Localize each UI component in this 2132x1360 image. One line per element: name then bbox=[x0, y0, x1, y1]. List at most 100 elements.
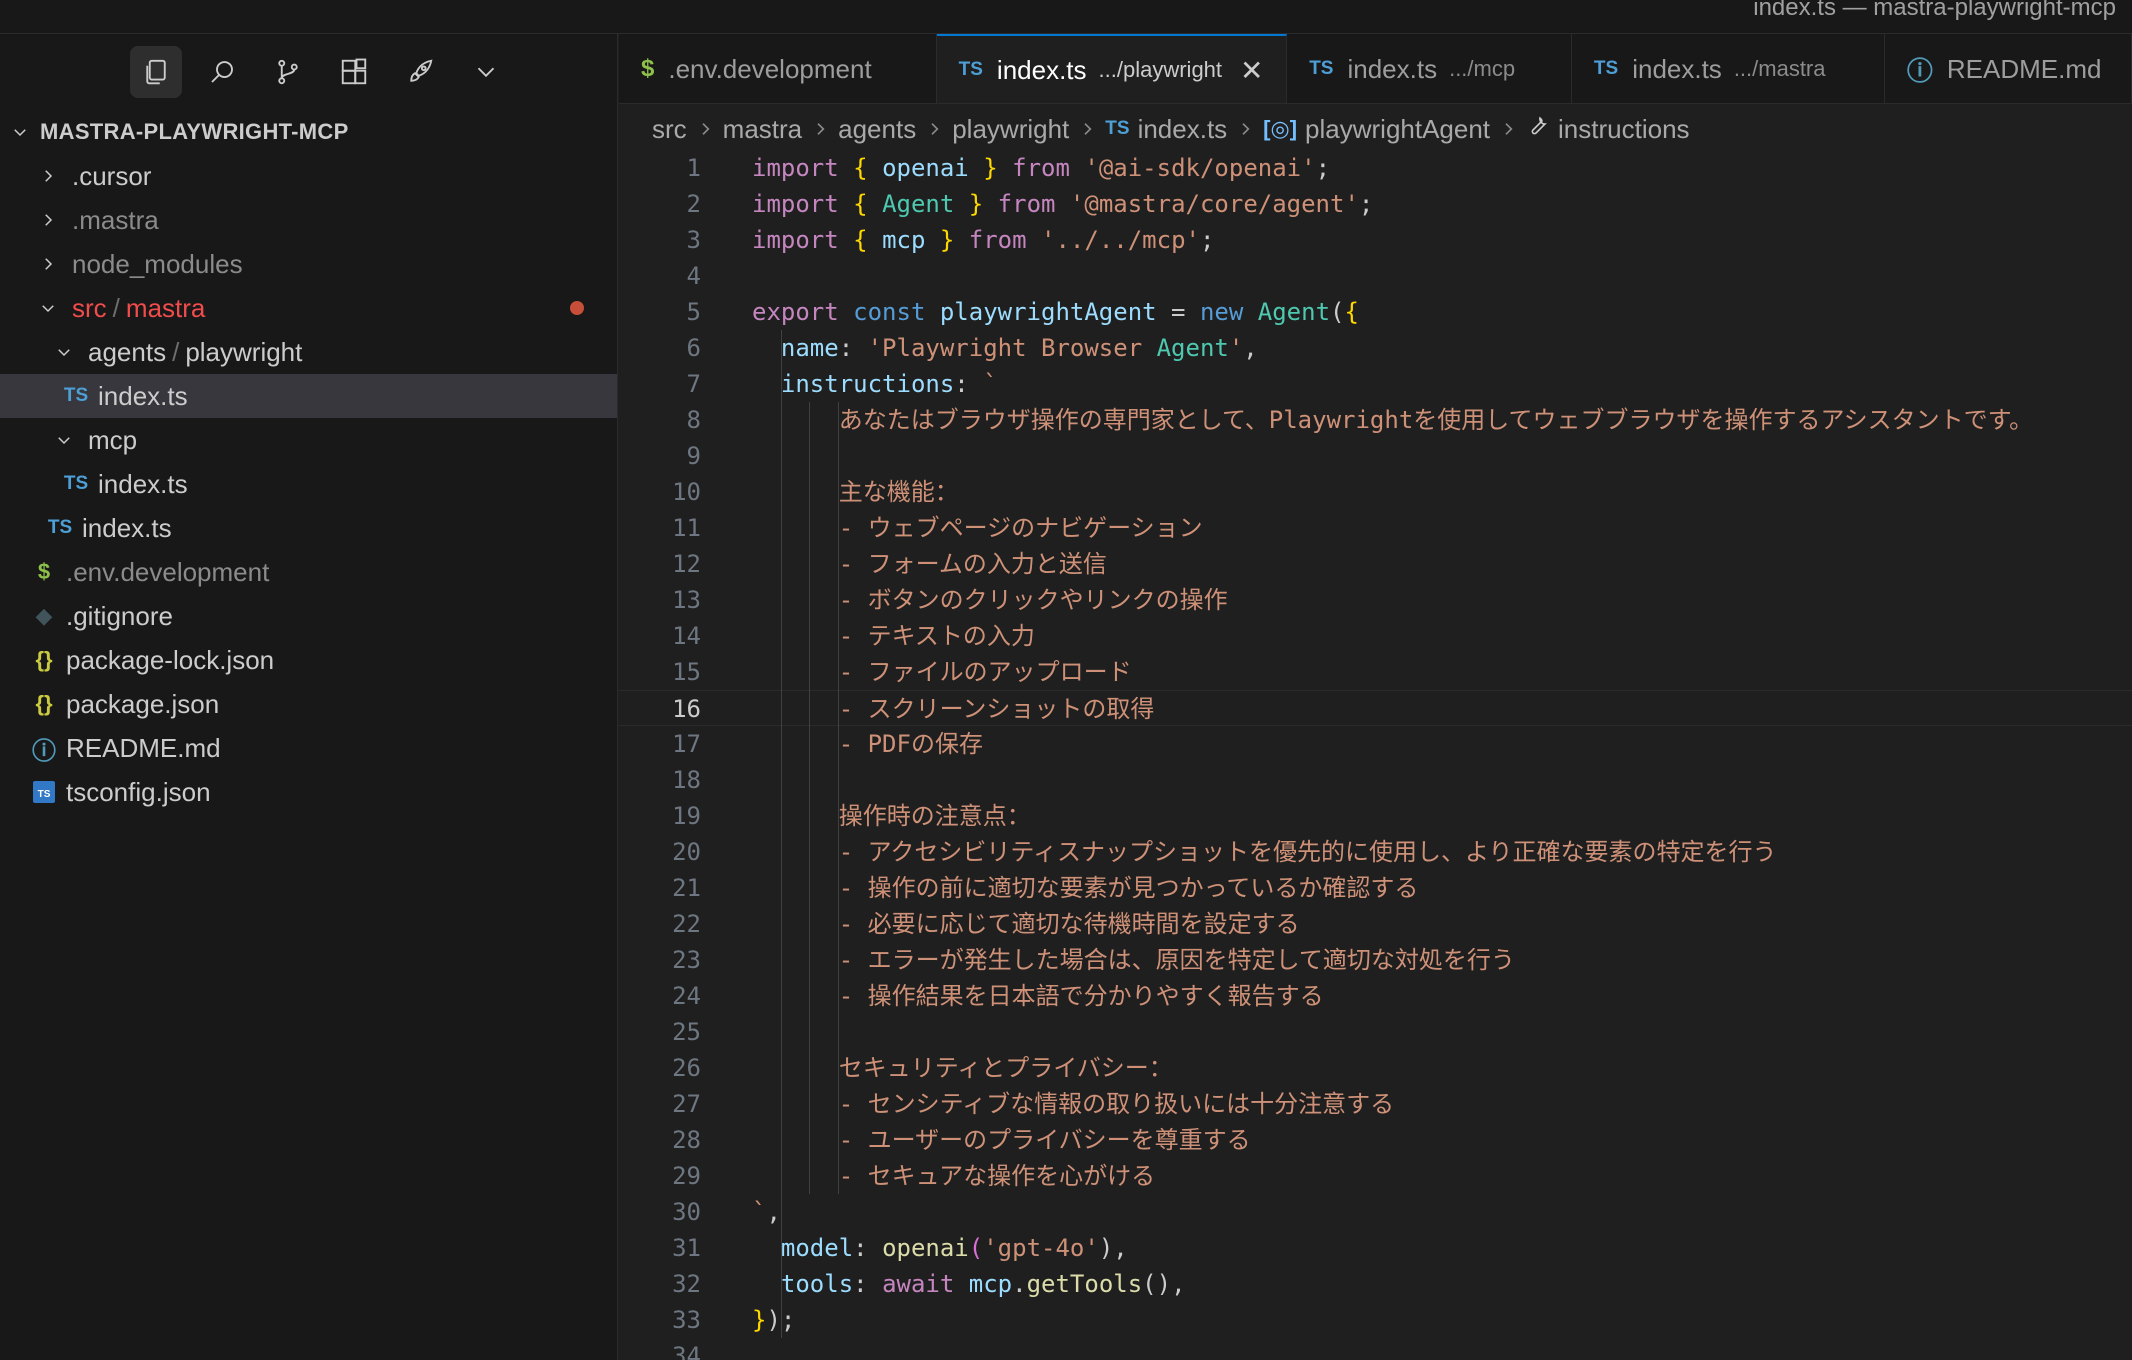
chevron-right-icon bbox=[1500, 121, 1516, 137]
code-line[interactable]: 31 model: openai('gpt-4o'), bbox=[619, 1230, 2132, 1266]
tree-folder-mastra-hidden[interactable]: .mastra bbox=[0, 198, 617, 242]
close-icon[interactable]: ✕ bbox=[1240, 54, 1263, 87]
tree-file-readme[interactable]: ⓘ README.md bbox=[0, 726, 617, 770]
tree-file-package-json[interactable]: {} package.json bbox=[0, 682, 617, 726]
env-file-icon: $ bbox=[641, 55, 655, 82]
breadcrumb-item[interactable]: playwright bbox=[952, 114, 1069, 145]
typescript-icon: TS bbox=[47, 517, 73, 538]
extensions-button[interactable] bbox=[328, 46, 380, 98]
code-line[interactable]: 23 - エラーが発生した場合は、原因を特定して適切な対処を行う bbox=[619, 942, 2132, 978]
tree-file-env-development[interactable]: $ .env.development bbox=[0, 550, 617, 594]
code-line[interactable]: 4 bbox=[619, 258, 2132, 294]
code-line[interactable]: 20 - アクセシビリティスナップショットを優先的に使用し、より正確な要素の特定… bbox=[619, 834, 2132, 870]
line-number: 26 bbox=[672, 1054, 701, 1082]
tab-label: index.ts bbox=[1347, 53, 1438, 84]
tab-mcp-index[interactable]: TS index.ts .../mcp bbox=[1287, 34, 1572, 103]
code-line[interactable]: 1 import { openai } from '@ai-sdk/openai'… bbox=[619, 150, 2132, 186]
code-line[interactable]: 6 name: 'Playwright Browser Agent', bbox=[619, 330, 2132, 366]
code-text: あなたはブラウザ操作の専門家として、Playwrightを使用してウェブブラウザ… bbox=[752, 406, 2034, 434]
code-line[interactable]: 12 - フォームの入力と送信 bbox=[619, 546, 2132, 582]
code-line[interactable]: 2 import { Agent } from '@mastra/core/age… bbox=[619, 186, 2132, 222]
line-number: 13 bbox=[672, 586, 701, 614]
git-icon: ◆ bbox=[35, 603, 53, 628]
explorer-root-folder[interactable]: MASTRA-PLAYWRIGHT-MCP bbox=[0, 110, 617, 154]
code-line[interactable]: 22 - 必要に応じて適切な待機時間を設定する bbox=[619, 906, 2132, 942]
code-line[interactable]: 34 bbox=[619, 1338, 2132, 1360]
tree-folder-agents-playwright[interactable]: agents / playwright bbox=[0, 330, 617, 374]
indent-guide bbox=[781, 330, 782, 1338]
window-title: index.ts — mastra-playwright-mcp bbox=[1753, 0, 2116, 21]
code-text: - スクリーンショットの取得 bbox=[752, 695, 1155, 723]
line-number: 17 bbox=[672, 730, 701, 758]
code-line[interactable]: 9 bbox=[619, 438, 2132, 474]
chevron-down-icon bbox=[34, 299, 62, 317]
line-number: 28 bbox=[672, 1126, 701, 1154]
tree-file-package-lock[interactable]: {} package-lock.json bbox=[0, 638, 617, 682]
code-editor[interactable]: 1 import { openai } from '@ai-sdk/openai'… bbox=[619, 150, 2132, 1360]
explorer-button[interactable] bbox=[130, 46, 182, 98]
code-line[interactable]: 25 bbox=[619, 1014, 2132, 1050]
code-text: import { Agent } from '@mastra/core/agen… bbox=[752, 190, 1374, 218]
code-line[interactable]: 8 あなたはブラウザ操作の専門家として、Playwrightを使用してウェブブラ… bbox=[619, 402, 2132, 438]
code-line[interactable]: 21 - 操作の前に適切な要素が見つかっているか確認する bbox=[619, 870, 2132, 906]
code-text: instructions: ` bbox=[780, 370, 998, 398]
tree-file-mcp-index[interactable]: TS index.ts bbox=[0, 462, 617, 506]
code-line[interactable]: 29 - セキュアな操作を心がける bbox=[619, 1158, 2132, 1194]
code-line[interactable]: 15 - ファイルのアップロード bbox=[619, 654, 2132, 690]
code-line[interactable]: 10 主な機能： bbox=[619, 474, 2132, 510]
code-line[interactable]: 18 bbox=[619, 762, 2132, 798]
code-line[interactable]: 26 セキュリティとプライバシー： bbox=[619, 1050, 2132, 1086]
line-number: 2 bbox=[686, 190, 701, 218]
code-line[interactable]: 7 instructions: ` bbox=[619, 366, 2132, 402]
tree-file-gitignore[interactable]: ◆ .gitignore bbox=[0, 594, 617, 638]
code-line[interactable]: 27 - センシティブな情報の取り扱いには十分注意する bbox=[619, 1086, 2132, 1122]
deploy-button[interactable] bbox=[394, 46, 446, 98]
tree-item-label: package-lock.json bbox=[66, 644, 275, 675]
tree-file-tsconfig[interactable]: TS tsconfig.json bbox=[0, 770, 617, 814]
breadcrumb-item[interactable]: src bbox=[652, 114, 687, 145]
tree-item-label: mastra bbox=[125, 292, 206, 323]
code-text: - アクセシビリティスナップショットを優先的に使用し、より正確な要素の特定を行う bbox=[752, 838, 1777, 866]
breadcrumb-item[interactable]: agents bbox=[838, 114, 916, 145]
code-line[interactable]: 3 import { mcp } from '../../mcp'; bbox=[619, 222, 2132, 258]
code-line[interactable]: 30 `, bbox=[619, 1194, 2132, 1230]
tree-folder-cursor[interactable]: .cursor bbox=[0, 154, 617, 198]
line-number: 10 bbox=[672, 478, 701, 506]
code-line[interactable]: 28 - ユーザーのプライバシーを尊重する bbox=[619, 1122, 2132, 1158]
search-button[interactable] bbox=[196, 46, 248, 98]
more-views-button[interactable] bbox=[460, 46, 512, 98]
line-number: 32 bbox=[672, 1270, 701, 1298]
breadcrumb-item[interactable]: instructions bbox=[1558, 114, 1690, 145]
breadcrumb-item[interactable]: index.ts bbox=[1138, 114, 1228, 145]
code-line[interactable]: 14 - テキストの入力 bbox=[619, 618, 2132, 654]
file-tree: .cursor .mastra node_modules src / mastra … bbox=[0, 154, 617, 814]
tab-playwright-index[interactable]: TS index.ts .../playwright ✕ bbox=[936, 34, 1288, 103]
tree-file-mastra-index[interactable]: TS index.ts bbox=[0, 506, 617, 550]
code-text: export const playwrightAgent = new Agent… bbox=[752, 298, 1359, 326]
breadcrumb-item[interactable]: mastra bbox=[723, 114, 802, 145]
code-text: name: 'Playwright Browser Agent', bbox=[780, 334, 1258, 362]
info-icon: ⓘ bbox=[32, 737, 56, 765]
breadcrumb-item[interactable]: playwrightAgent bbox=[1305, 114, 1490, 145]
tree-folder-mcp[interactable]: mcp bbox=[0, 418, 617, 462]
tree-folder-node-modules[interactable]: node_modules bbox=[0, 242, 617, 286]
code-line[interactable]: 24 - 操作結果を日本語で分かりやすく報告する bbox=[619, 978, 2132, 1014]
source-control-button[interactable] bbox=[262, 46, 314, 98]
code-line[interactable]: 33}); bbox=[619, 1302, 2132, 1338]
code-line[interactable]: 11 - ウェブページのナビゲーション bbox=[619, 510, 2132, 546]
line-number: 6 bbox=[686, 334, 701, 362]
code-line[interactable]: 32 tools: await mcp.getTools(), bbox=[619, 1266, 2132, 1302]
line-number: 5 bbox=[686, 298, 701, 326]
tab-env-development[interactable]: $ .env.development bbox=[619, 34, 937, 103]
code-text: tools: await mcp.getTools(), bbox=[780, 1270, 1186, 1298]
tree-folder-src-mastra[interactable]: src / mastra bbox=[0, 286, 617, 330]
code-line[interactable]: 19 操作時の注意点： bbox=[619, 798, 2132, 834]
code-line[interactable]: 16 - スクリーンショットの取得 bbox=[619, 690, 2132, 726]
tree-item-label: .gitignore bbox=[66, 600, 173, 631]
tab-readme[interactable]: ⓘ README.md bbox=[1885, 34, 2132, 103]
tab-mastra-index[interactable]: TS index.ts .../mastra bbox=[1572, 34, 1885, 103]
code-line[interactable]: 13 - ボタンのクリックやリンクの操作 bbox=[619, 582, 2132, 618]
tree-file-playwright-index[interactable]: TS index.ts bbox=[0, 374, 617, 418]
code-line[interactable]: 5 export const playwrightAgent = new Agen… bbox=[619, 294, 2132, 330]
code-line[interactable]: 17 - PDFの保存 bbox=[619, 726, 2132, 762]
